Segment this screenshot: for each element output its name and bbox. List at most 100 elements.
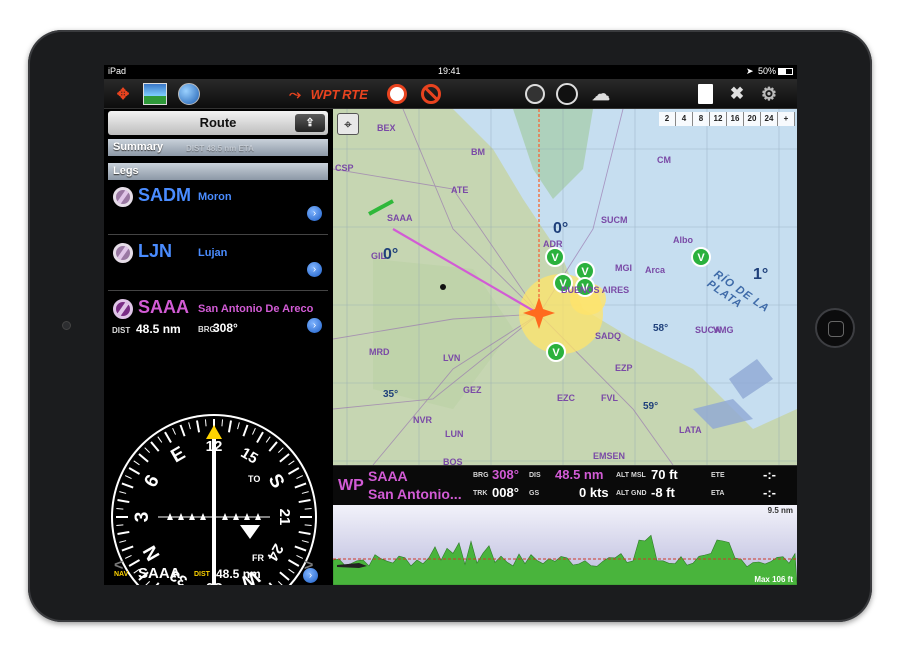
status-bar: iPad 19:41 ➤ 50% — [104, 65, 797, 79]
chevron-right-icon[interactable]: › — [307, 318, 322, 333]
leg-item-sadm[interactable]: SADM Moron › — [108, 181, 328, 235]
scale-step[interactable]: + — [778, 112, 795, 126]
profile-max-label: Max 106 ft — [754, 575, 793, 584]
alt-gnd-label: ALT GND — [616, 490, 647, 497]
map-airport-label: VMG — [713, 325, 734, 335]
ete-label: ETE — [711, 472, 725, 479]
map-airport-label: BUENOS AIRES — [561, 285, 629, 295]
map-degree-label: 1° — [753, 266, 768, 283]
alt-msl-value: 70 ft — [651, 467, 678, 482]
battery-icon — [778, 68, 793, 75]
eta-label: ETA — [711, 490, 725, 497]
map-degree-label: 58° — [653, 323, 668, 334]
map-degree-label: 0° — [383, 246, 398, 263]
hsi-tick — [304, 524, 312, 527]
home-button[interactable] — [815, 308, 855, 348]
dis-label: DIS — [529, 472, 541, 479]
gauge-icon[interactable] — [554, 81, 580, 107]
map-airport-label: SAAA — [387, 213, 413, 223]
document-icon[interactable] — [692, 81, 718, 107]
route-header: Route ⇪ — [108, 111, 328, 135]
map-airport-label: BEX — [377, 123, 396, 133]
scale-step[interactable]: 16 — [727, 112, 744, 126]
hsi-instrument: N36E1215S2124W3033 TO FR — [110, 411, 326, 585]
terrain-chart — [333, 505, 797, 585]
vfr-point-label: V — [581, 266, 589, 278]
map-degree-label: 35° — [383, 389, 398, 400]
nav-value: SAAA — [138, 565, 181, 582]
scale-step[interactable]: 12 — [710, 112, 727, 126]
scale-step[interactable]: 20 — [744, 112, 761, 126]
stopwatch-icon[interactable] — [522, 81, 548, 107]
target-icon[interactable] — [384, 81, 410, 107]
battery-percent: 50% — [758, 66, 777, 76]
leg-item-ljn[interactable]: LJN Lujan › — [108, 237, 328, 291]
airplane-photo-icon[interactable] — [142, 81, 168, 107]
scale-step[interactable]: 24 — [761, 112, 778, 126]
gs-value: 0 kts — [579, 485, 609, 500]
scale-step[interactable]: 4 — [676, 112, 693, 126]
chevron-right-icon[interactable]: › — [307, 262, 322, 277]
nav-dist-value: 48.5 nm — [216, 567, 261, 581]
dist-label: DIST — [112, 326, 131, 335]
hsi-dial: N36E1215S2124W3033 — [111, 414, 317, 585]
wpt-icon[interactable]: WPT — [311, 81, 340, 107]
rte-icon[interactable]: RTE — [342, 81, 368, 107]
leg-code: LJN — [138, 241, 173, 261]
vfr-point-label: V — [551, 252, 559, 264]
summary-label: Summary — [113, 141, 164, 153]
alt-msl-label: ALT MSL — [616, 472, 646, 479]
leg-name: Moron — [198, 191, 232, 203]
hsi-tick — [116, 524, 124, 527]
resize-icon[interactable]: ✥ — [110, 81, 136, 107]
hsi-card-label: 21 — [276, 509, 293, 526]
leg-item-saaa[interactable]: SAAA San Antonio De Areco DIST 48.5 nm B… — [108, 293, 328, 353]
map-scale-bar[interactable]: 2 4 8 12 16 20 24 + — [659, 112, 795, 126]
hsi-tick — [204, 419, 207, 427]
summary-section[interactable]: Summary DIST 48.5 nm ETA — [108, 139, 328, 156]
leg-name: Lujan — [198, 247, 228, 259]
route-icon[interactable]: ⤳ — [282, 81, 308, 107]
globe-icon[interactable] — [176, 81, 202, 107]
gs-label: GS — [529, 490, 540, 497]
dis-value: 48.5 nm — [555, 467, 604, 482]
map-airport-label: ADR — [543, 239, 563, 249]
elevation-profile[interactable]: 9.5 nm Max 106 ft — [333, 505, 797, 585]
scale-step[interactable]: 8 — [693, 112, 710, 126]
sectional-map[interactable]: VVVVVV BEX CSP ATE SUCM MGI Arca SUCA VMG GIL SAA… — [333, 109, 797, 465]
map-airport-label: EZP — [615, 363, 633, 373]
weather-icon[interactable]: ☁ — [588, 81, 614, 107]
dist-value: 48.5 nm — [136, 322, 181, 336]
trk-value: 008° — [492, 485, 519, 500]
chevron-right-icon[interactable]: › — [307, 206, 322, 221]
map-airport-label: Albo — [673, 235, 693, 245]
hsi-tick — [304, 507, 312, 510]
legs-section: Legs — [108, 163, 328, 180]
clock: 19:41 — [438, 66, 461, 76]
map-airport-label: CSP — [335, 163, 354, 173]
tools-icon[interactable]: ✖ — [724, 81, 750, 107]
waypoint-icon — [113, 187, 133, 207]
vfr-point-label: V — [552, 347, 560, 359]
hsi-tick — [221, 419, 224, 427]
hsi-tick — [116, 507, 124, 510]
wp-label: WP — [338, 477, 364, 494]
map-airport-label: LATA — [679, 425, 702, 435]
gears-icon[interactable]: ⚙ — [756, 81, 782, 107]
recenter-icon[interactable]: ⌖ — [337, 113, 359, 135]
to-label: TO — [248, 474, 261, 484]
map-airport-label: ATE — [451, 185, 468, 195]
location-arrow-icon: ➤ — [746, 66, 754, 76]
nav-dist-label: DIST — [194, 571, 210, 578]
toolbar: ✥ ⤳ WPT RTE ☁ ✖ ⚙ — [104, 79, 797, 109]
vfr-point-label: V — [697, 252, 705, 264]
map-airport-label: BOS — [443, 457, 463, 465]
summary-ghost-text: DIST 48.5 nm ETA — [186, 144, 254, 153]
map-airport-label: Arca — [645, 265, 666, 275]
scale-step[interactable]: 2 — [659, 112, 676, 126]
share-button[interactable]: ⇪ — [295, 114, 325, 132]
brg-label: BRG — [473, 472, 489, 479]
nav-chevron-icon[interactable]: › — [303, 568, 318, 583]
map-airport-label: EZC — [557, 393, 576, 403]
no-icon[interactable] — [418, 81, 444, 107]
